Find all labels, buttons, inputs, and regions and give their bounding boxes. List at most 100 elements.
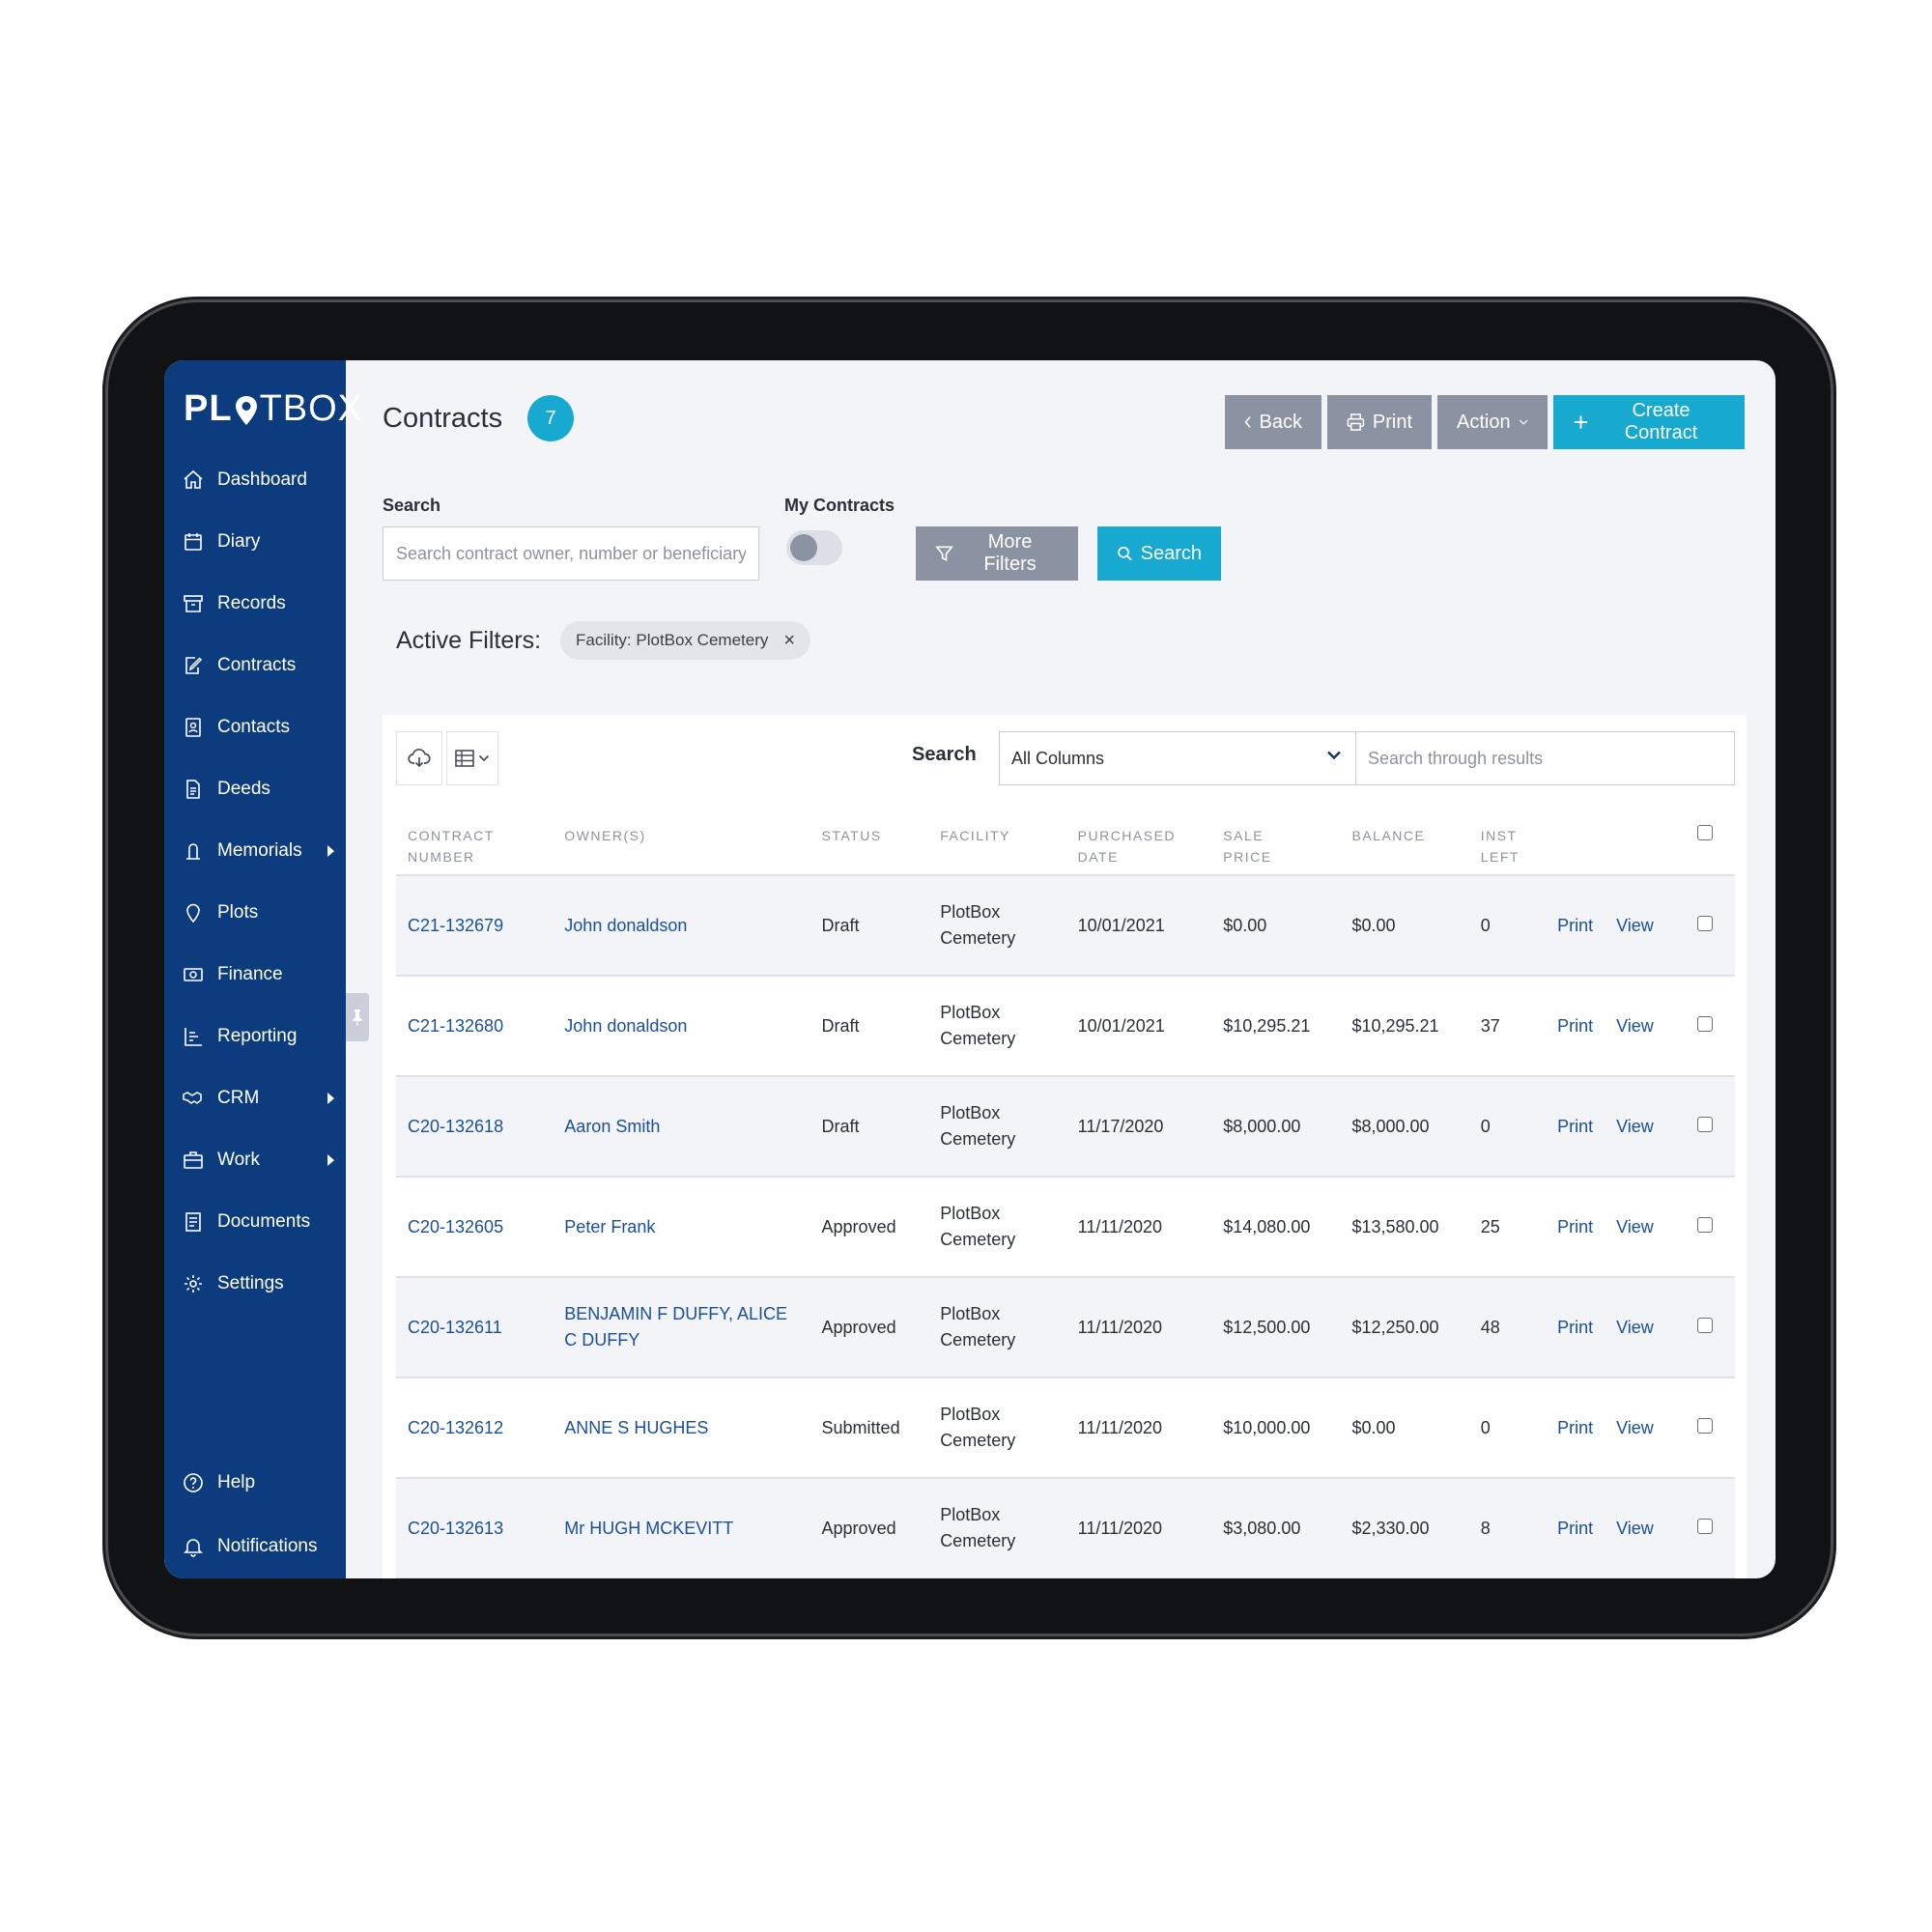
owner-link[interactable]: Aaron Smith xyxy=(564,1117,660,1136)
column-header[interactable]: STATUS xyxy=(810,815,929,876)
sidebar-item-crm[interactable]: CRM xyxy=(164,1067,346,1129)
create-contract-button[interactable]: Create Contract xyxy=(1553,395,1745,449)
row-checkbox[interactable] xyxy=(1696,915,1713,931)
column-header[interactable]: INST LEFT xyxy=(1468,815,1547,876)
column-select[interactable]: All Columns xyxy=(999,731,1356,785)
row-checkbox[interactable] xyxy=(1696,1015,1713,1032)
sidebar-item-contacts[interactable]: Contacts xyxy=(164,696,346,758)
contract-number-link[interactable]: C21-132679 xyxy=(408,916,503,935)
owner-link[interactable]: BENJAMIN F DUFFY, ALICE C DUFFY xyxy=(564,1304,787,1350)
sidebar-item-diary[interactable]: Diary xyxy=(164,511,346,573)
cloud-download-icon xyxy=(408,749,431,768)
row-print-link[interactable]: Print xyxy=(1557,1217,1593,1236)
sidebar-item-documents[interactable]: Documents xyxy=(164,1191,346,1253)
row-checkbox[interactable] xyxy=(1696,1417,1713,1434)
contract-number-link[interactable]: C20-132613 xyxy=(408,1519,503,1538)
my-contracts-toggle[interactable] xyxy=(786,530,842,565)
contract-number-link[interactable]: C21-132680 xyxy=(408,1016,503,1036)
row-checkbox[interactable] xyxy=(1696,1317,1713,1333)
row-view-link[interactable]: View xyxy=(1616,1117,1654,1136)
owner-link[interactable]: John donaldson xyxy=(564,916,687,935)
contract-number-link[interactable]: C20-132611 xyxy=(408,1318,502,1337)
cell-number[interactable]: C21-132679 xyxy=(396,875,554,977)
export-download-button[interactable] xyxy=(396,731,442,785)
column-header[interactable]: BALANCE xyxy=(1340,815,1469,876)
more-filters-button[interactable]: More Filters xyxy=(916,526,1078,581)
sidebar-item-reporting[interactable]: Reporting xyxy=(164,1006,346,1067)
cell-owner[interactable]: Aaron Smith xyxy=(553,1076,810,1178)
sidebar-item-finance[interactable]: Finance xyxy=(164,944,346,1006)
column-header[interactable]: OWNER(S) xyxy=(553,815,810,876)
contract-search-input[interactable] xyxy=(383,526,759,581)
row-checkbox[interactable] xyxy=(1696,1518,1713,1534)
row-checkbox[interactable] xyxy=(1696,1216,1713,1233)
table-row[interactable]: C20-132605 Peter Frank Approved PlotBox Cem… xyxy=(396,1177,1735,1278)
table-row[interactable]: C20-132611 BENJAMIN F DUFFY, ALICE C DUFF… xyxy=(396,1277,1735,1378)
row-print-link[interactable]: Print xyxy=(1557,1016,1593,1036)
cell-number[interactable]: C20-132611 xyxy=(396,1277,554,1378)
sidebar-item-dashboard[interactable]: Dashboard xyxy=(164,449,346,511)
row-print-link[interactable]: Print xyxy=(1557,1519,1593,1538)
print-button[interactable]: Print xyxy=(1327,395,1432,449)
cell-status: Approved xyxy=(810,1177,929,1278)
sidebar-item-plots[interactable]: Plots xyxy=(164,882,346,944)
row-print-link[interactable]: Print xyxy=(1557,1318,1593,1337)
row-print-link[interactable]: Print xyxy=(1557,1117,1593,1136)
search-button[interactable]: Search xyxy=(1097,526,1221,581)
row-view-link[interactable]: View xyxy=(1616,1016,1654,1036)
row-print-link[interactable]: Print xyxy=(1557,1418,1593,1437)
table-row[interactable]: C20-132613 Mr HUGH MCKEVITT Approved PlotBo… xyxy=(396,1478,1735,1578)
cell-owner[interactable]: ANNE S HUGHES xyxy=(553,1378,810,1479)
remove-filter-close-icon[interactable]: × xyxy=(783,630,795,652)
results-search-input[interactable] xyxy=(1355,731,1735,785)
row-view-link[interactable]: View xyxy=(1616,1418,1654,1437)
row-print-link[interactable]: Print xyxy=(1557,916,1593,935)
sidebar-item-records[interactable]: Records xyxy=(164,573,346,635)
table-row[interactable]: C21-132680 John donaldson Draft PlotBox Cem… xyxy=(396,976,1735,1077)
row-view-link[interactable]: View xyxy=(1616,1519,1654,1538)
row-view-link[interactable]: View xyxy=(1616,916,1654,935)
column-header[interactable]: PURCHASED DATE xyxy=(1065,815,1212,876)
table-row[interactable]: C21-132679 John donaldson Draft PlotBox Cem… xyxy=(396,875,1735,977)
sidebar-item-memorials[interactable]: Memorials xyxy=(164,820,346,882)
cell-owner[interactable]: John donaldson xyxy=(553,976,810,1077)
sidebar-item-settings[interactable]: Settings xyxy=(164,1253,346,1315)
plotbox-logo[interactable]: PL TBOX xyxy=(164,360,362,436)
sidebar-item-deeds[interactable]: Deeds xyxy=(164,758,346,820)
cell-number[interactable]: C20-132618 xyxy=(396,1076,554,1178)
cell-owner[interactable]: BENJAMIN F DUFFY, ALICE C DUFFY xyxy=(553,1277,810,1378)
cell-owner[interactable]: Peter Frank xyxy=(553,1177,810,1278)
back-button[interactable]: Back xyxy=(1225,395,1321,449)
owner-link[interactable]: John donaldson xyxy=(564,1016,687,1036)
cell-owner[interactable]: John donaldson xyxy=(553,875,810,977)
cell-owner[interactable]: Mr HUGH MCKEVITT xyxy=(553,1478,810,1578)
select-all-checkbox[interactable] xyxy=(1696,825,1713,840)
row-checkbox[interactable] xyxy=(1696,1116,1713,1132)
column-header[interactable]: CONTRACT NUMBER xyxy=(396,815,554,876)
cell-number[interactable]: C20-132605 xyxy=(396,1177,554,1278)
table-row[interactable]: C20-132618 Aaron Smith Draft PlotBox Cemete… xyxy=(396,1076,1735,1178)
sidebar-item-contracts[interactable]: Contracts xyxy=(164,635,346,696)
column-header[interactable]: FACILITY xyxy=(928,815,1066,876)
cell-number[interactable]: C21-132680 xyxy=(396,976,554,1077)
row-view-link[interactable]: View xyxy=(1616,1217,1654,1236)
cell-value: 37 xyxy=(1480,1015,1500,1036)
contract-number-link[interactable]: C20-132618 xyxy=(408,1117,503,1136)
gear-icon xyxy=(181,1271,206,1296)
cell-number[interactable]: C20-132613 xyxy=(396,1478,554,1578)
contract-number-link[interactable]: C20-132612 xyxy=(408,1418,503,1437)
owner-link[interactable]: ANNE S HUGHES xyxy=(564,1418,708,1437)
sidebar-item-notifications[interactable]: Notifications xyxy=(164,1515,346,1578)
cell-balance: $12,250.00 xyxy=(1340,1277,1469,1378)
owner-link[interactable]: Peter Frank xyxy=(564,1217,655,1236)
action-dropdown-button[interactable]: Action xyxy=(1437,395,1548,449)
contract-number-link[interactable]: C20-132605 xyxy=(408,1217,503,1236)
sidebar-item-help[interactable]: Help xyxy=(164,1451,346,1515)
column-layout-button[interactable] xyxy=(446,731,498,785)
owner-link[interactable]: Mr HUGH MCKEVITT xyxy=(564,1519,733,1538)
cell-number[interactable]: C20-132612 xyxy=(396,1378,554,1479)
column-header[interactable]: SALE PRICE xyxy=(1211,815,1341,876)
row-view-link[interactable]: View xyxy=(1616,1318,1654,1337)
table-row[interactable]: C20-132612 ANNE S HUGHES Submitted PlotBox … xyxy=(396,1378,1735,1479)
sidebar-item-work[interactable]: Work xyxy=(164,1129,346,1191)
